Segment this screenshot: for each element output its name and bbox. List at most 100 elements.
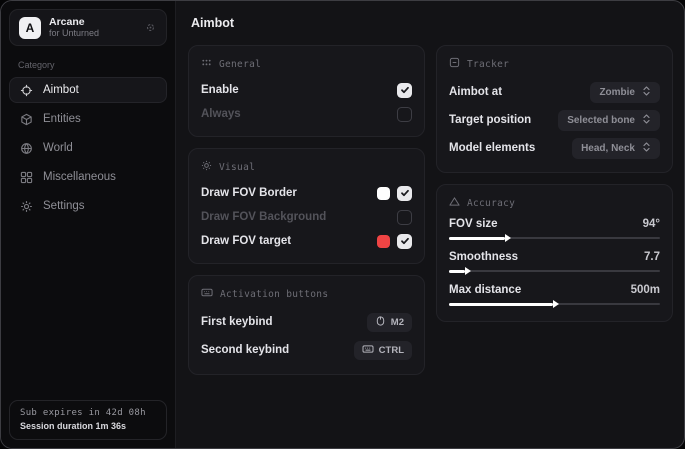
aimbot-at-select[interactable]: Zombie [590,82,660,103]
setting-row-aimbot-at: Aimbot at Zombie [449,79,660,105]
app-window: A Arcane for Unturned Category Aimbot [0,0,685,449]
fov-size-slider[interactable] [449,233,660,244]
setting-row-second-keybind: Second keybind CTRL [201,337,412,363]
selected-value: Selected bone [567,115,635,126]
card-title: Accuracy [467,198,515,209]
entities-cube-icon [20,113,33,126]
category-label: Category [18,60,158,70]
card-title: Tracker [467,59,509,70]
card-title: General [219,59,261,70]
second-keybind-button[interactable]: CTRL [354,341,412,360]
sidebar-item-miscellaneous[interactable]: Miscellaneous [9,164,167,190]
enable-checkbox[interactable] [397,83,412,98]
triangle-icon [449,196,460,210]
setting-row-model-elements: Model elements Head, Neck [449,135,660,161]
keybind-value: M2 [391,317,404,328]
slider-thumb[interactable] [465,267,471,275]
app-logo: A [19,17,41,39]
selected-value: Zombie [599,87,635,98]
setting-label: Second keybind [201,344,289,356]
page-title: Aimbot [191,16,673,30]
setting-label: Enable [201,84,239,96]
setting-row-enable: Enable [201,79,412,101]
setting-label: Always [201,108,241,120]
chevron-up-down-icon [642,114,651,127]
sidebar-item-label: World [43,142,73,154]
setting-label: Smoothness [449,251,518,263]
card-accuracy: Accuracy FOV size 94° [436,184,673,322]
target-position-select[interactable]: Selected bone [558,110,660,131]
target-scan-icon[interactable] [144,21,157,34]
chevron-up-down-icon [642,142,651,155]
keybind-value: CTRL [379,345,404,356]
general-grid-icon [201,57,212,71]
setting-label: Draw FOV Border [201,187,297,199]
crosshair-icon [20,84,33,97]
max-distance-slider[interactable] [449,299,660,310]
card-general: General Enable Always [188,45,425,137]
sub-expiry-text: Sub expires in 42d 08h [20,408,156,418]
keyboard-icon [201,287,213,301]
setting-row-fov-target: Draw FOV target [201,230,412,252]
sidebar-item-label: Miscellaneous [43,171,116,183]
smoothness-value: 7.7 [644,251,660,263]
setting-row-target-position: Target position Selected bone [449,107,660,133]
sidebar-item-label: Aimbot [43,84,79,96]
setting-fov-size: FOV size 94° [449,218,660,244]
logo-card: A Arcane for Unturned [9,9,167,46]
max-distance-value: 500m [631,284,660,296]
setting-row-fov-border: Draw FOV Border [201,182,412,204]
fov-background-checkbox[interactable] [397,210,412,225]
slider-thumb[interactable] [553,300,559,308]
setting-label: Model elements [449,142,535,154]
fov-target-color-swatch[interactable] [377,235,390,248]
fov-border-color-swatch[interactable] [377,187,390,200]
card-title: Visual [219,162,255,173]
session-duration-text: Session duration 1m 36s [20,421,156,431]
chevron-up-down-icon [642,86,651,99]
card-visual: Visual Draw FOV Border Draw FOV Backgrou… [188,148,425,264]
fov-target-checkbox[interactable] [397,234,412,249]
gear-icon [20,200,33,213]
visual-sun-icon [201,160,212,174]
sidebar-item-aimbot[interactable]: Aimbot [9,77,167,103]
app-title: Arcane [49,16,99,28]
keyboard-icon [362,344,374,357]
setting-label: FOV size [449,218,498,230]
setting-max-distance: Max distance 500m [449,284,660,310]
card-title: Activation buttons [220,289,328,300]
setting-label: Max distance [449,284,521,296]
sidebar-item-settings[interactable]: Settings [9,193,167,219]
setting-label: Aimbot at [449,86,502,98]
slider-thumb[interactable] [505,234,511,242]
sidebar-item-entities[interactable]: Entities [9,106,167,132]
model-elements-select[interactable]: Head, Neck [572,138,660,159]
app-subtitle: for Unturned [49,28,99,39]
setting-label: Draw FOV target [201,235,291,247]
mouse-icon [375,316,386,329]
fov-size-value: 94° [643,218,660,230]
card-activation-buttons: Activation buttons First keybind M2 [188,275,425,375]
fov-border-checkbox[interactable] [397,186,412,201]
smoothness-slider[interactable] [449,266,660,277]
selected-value: Head, Neck [581,143,635,154]
sidebar-item-label: Entities [43,113,81,125]
card-tracker: Tracker Aimbot at Zombie Target position [436,45,673,173]
sidebar: A Arcane for Unturned Category Aimbot [1,1,176,448]
setting-row-always: Always [201,103,412,125]
setting-row-fov-background: Draw FOV Background [201,206,412,228]
subscription-info: Sub expires in 42d 08h Session duration … [9,400,167,440]
grid-icon [20,171,33,184]
first-keybind-button[interactable]: M2 [367,313,412,332]
tracker-frame-icon [449,57,460,71]
sidebar-item-world[interactable]: World [9,135,167,161]
setting-smoothness: Smoothness 7.7 [449,251,660,277]
globe-icon [20,142,33,155]
setting-label: First keybind [201,316,273,328]
setting-row-first-keybind: First keybind M2 [201,309,412,335]
setting-label: Target position [449,114,531,126]
sidebar-item-label: Settings [43,200,85,212]
always-checkbox[interactable] [397,107,412,122]
setting-label: Draw FOV Background [201,211,326,223]
main-panel: Aimbot General Enable [176,1,685,448]
